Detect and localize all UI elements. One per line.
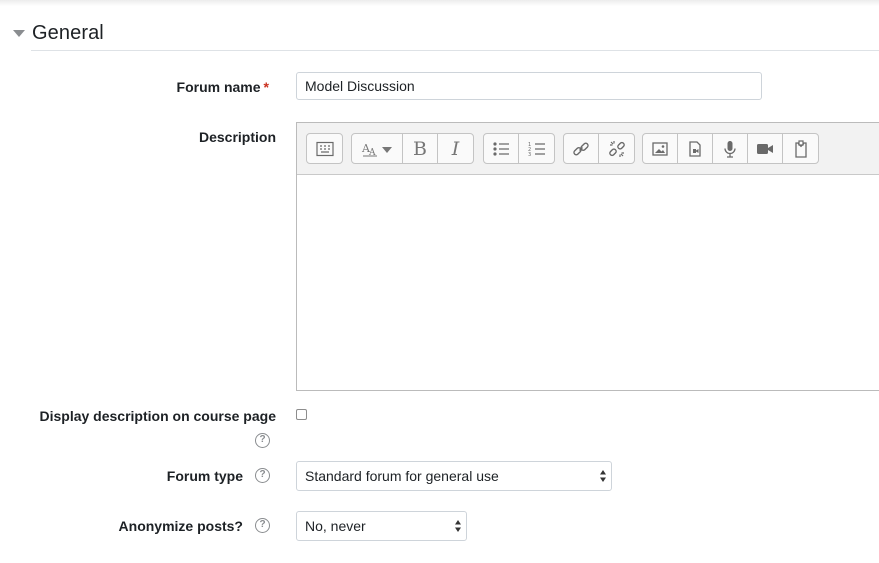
anonymize-select[interactable]: No, never bbox=[296, 511, 467, 541]
header-shadow bbox=[0, 0, 879, 6]
forum-type-value: Standard forum for general use bbox=[305, 468, 499, 484]
italic-icon[interactable]: I bbox=[438, 134, 473, 163]
select-arrows-icon bbox=[600, 470, 606, 482]
bold-icon[interactable]: B bbox=[403, 134, 438, 163]
anonymize-label: Anonymize posts? bbox=[118, 518, 243, 534]
show-more-icon[interactable] bbox=[307, 134, 342, 163]
help-icon[interactable]: ? bbox=[255, 518, 270, 533]
text-style-icon[interactable]: AA bbox=[352, 134, 403, 163]
description-editor[interactable]: AA B I 123 bbox=[296, 122, 879, 391]
unlink-icon[interactable] bbox=[599, 134, 634, 163]
toolbar-group-links bbox=[563, 133, 635, 164]
forum-type-label: Forum type bbox=[166, 468, 243, 484]
anonymize-value: No, never bbox=[305, 518, 366, 534]
section-toggle[interactable]: General bbox=[13, 20, 104, 46]
link-icon[interactable] bbox=[564, 134, 599, 163]
forum-type-select[interactable]: Standard forum for general use bbox=[296, 461, 612, 491]
display-description-checkbox[interactable] bbox=[296, 409, 307, 420]
unordered-list-icon[interactable] bbox=[484, 134, 519, 163]
description-label: Description bbox=[198, 129, 276, 145]
microphone-icon[interactable] bbox=[713, 134, 748, 163]
manage-files-icon[interactable] bbox=[783, 134, 818, 163]
section-title: General bbox=[32, 21, 104, 44]
toolbar-group-more bbox=[306, 133, 343, 164]
forum-name-label-text: Forum name bbox=[176, 79, 261, 95]
video-icon[interactable] bbox=[748, 134, 783, 163]
display-description-label: Display description on course page bbox=[39, 408, 276, 424]
media-icon[interactable] bbox=[678, 134, 713, 163]
svg-text:3: 3 bbox=[528, 152, 531, 157]
help-icon[interactable]: ? bbox=[255, 468, 270, 483]
forum-name-input[interactable]: Model Discussion bbox=[296, 72, 762, 100]
section-divider bbox=[31, 50, 879, 51]
editor-toolbar: AA B I 123 bbox=[297, 123, 879, 175]
forum-name-label: Forum name * bbox=[177, 79, 269, 95]
collapse-caret-icon[interactable] bbox=[13, 30, 25, 37]
toolbar-group-media bbox=[642, 133, 819, 164]
toolbar-group-style: AA B I bbox=[351, 133, 474, 164]
image-icon[interactable] bbox=[643, 134, 678, 163]
required-icon: * bbox=[263, 79, 269, 95]
help-icon[interactable]: ? bbox=[255, 433, 270, 448]
description-content-area[interactable] bbox=[297, 174, 879, 390]
select-arrows-icon bbox=[455, 520, 461, 532]
toolbar-group-lists: 123 bbox=[483, 133, 555, 164]
ordered-list-icon[interactable]: 123 bbox=[519, 134, 554, 163]
